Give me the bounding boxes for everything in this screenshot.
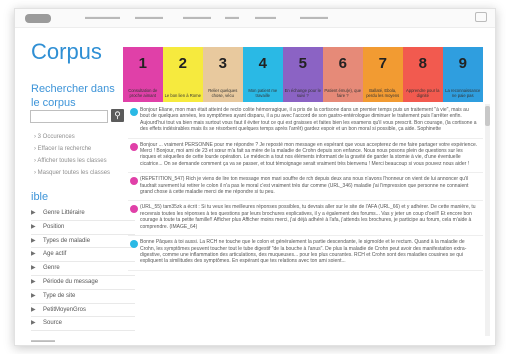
occurrences-link[interactable]: › 3 Occurences [34,131,134,143]
triangle-right-icon: ▶ [31,278,36,285]
filter-item[interactable]: ▶ Période du message [31,276,135,290]
nav-link[interactable]: ▬▬▬ [255,14,276,21]
page-title: Corpus [31,39,102,64]
window-icon[interactable] [475,12,487,22]
top-navigation: ▬▬▬▬▬ ▬▬▬▬ ▬▬▬▬ ▬▬ ▬▬▬ ▬▬▬▬ [15,9,495,28]
category-tile[interactable]: 8 Apprendre pour la dignité [403,47,443,102]
triangle-right-icon: ▶ [31,237,36,244]
message-item: Bonne Pâques à toi aussi. La RCH ne touc… [128,236,483,271]
filter-item[interactable]: ▶ PetitMoyenGros [31,304,135,318]
triangle-right-icon: ▶ [31,306,36,313]
category-tile[interactable]: 5 En échange pour le suivi ? [283,47,323,102]
nav-link[interactable]: ▬▬▬▬▬ [85,14,120,21]
triangle-right-icon: ▶ [31,223,36,230]
filters-heading: ible [31,191,49,203]
nav-link[interactable]: ▬▬▬▬ [135,14,163,21]
message-item: (URL_55) tam35zk a écrit : Si tu veux le… [128,201,483,237]
message-item: Bonjour ... vraiment PERSONNE pour me ré… [128,139,483,174]
filter-item[interactable]: ▶ Position [31,221,135,235]
filter-list: ▶ Genre Littéraire ▶ Position ▶ Types de ma… [31,207,135,332]
avatar-icon [130,142,138,151]
logo [25,14,51,23]
message-text: (URL_55) tam35zk a écrit : Si tu veux le… [140,204,476,230]
filter-item[interactable]: ▶ Age actif [31,248,135,263]
filter-item[interactable]: ▶ Genre Littéraire [31,207,135,221]
scrollbar[interactable] [485,104,490,336]
search-icon: ⚲ [114,110,121,120]
category-tile[interactable]: 7 Ballaté, Ebola, perdu les moyens [363,47,403,102]
triangle-right-icon: ▶ [31,210,36,216]
filter-item[interactable]: ▶ Genre [31,262,135,276]
triangle-right-icon: ▶ [31,292,36,299]
triangle-right-icon: ▶ [31,320,36,327]
nav-link[interactable]: ▬▬ [225,14,239,21]
triangle-right-icon: ▶ [31,265,36,272]
avatar-icon [130,240,138,249]
nav-link[interactable]: ▬▬▬▬ [183,14,211,21]
scrollbar-thumb[interactable] [485,106,490,126]
filter-item[interactable]: ▶ Source [31,317,135,332]
show-all-classes-link[interactable]: › Afficher toutes les classes [34,155,134,167]
message-text: Bonjour Eliane, mon man était atteint de… [140,107,477,133]
category-tile[interactable]: 6 Patient ému(e), que faire ? [323,47,363,102]
triangle-right-icon: ▶ [31,251,36,258]
message-list: Bonjour Eliane, mon man était atteint de… [128,104,483,339]
category-tile[interactable]: 9 La reconnaissance ne paie pas [443,47,483,102]
message-text: Bonjour ... vraiment PERSONNE pour me ré… [140,141,478,167]
hide-all-classes-link[interactable]: › Masquer toutes les classes [34,167,134,179]
window: ▬▬▬▬▬ ▬▬▬▬ ▬▬▬▬ ▬▬ ▬▬▬ ▬▬▬▬ Corpus Reche… [14,8,496,346]
search-heading: Rechercher dans le corpus [31,83,115,109]
filter-item[interactable]: ▶ Types de maladie [31,235,135,249]
avatar-icon [130,205,138,214]
message-item: Bonjour Eliane, mon man était atteint de… [128,104,483,139]
filter-item[interactable]: ▶ Type de site [31,290,135,304]
search-button[interactable]: ⚲ [111,109,124,122]
avatar-icon [130,108,138,116]
category-tile[interactable]: 2 Le bon lien à Rome [163,47,203,102]
message-text: (REPETITION_547) Rich je viens de lire t… [140,176,469,196]
search-actions: › 3 Occurences › Effacer la recherche › … [34,131,134,179]
category-tile[interactable]: 1 Consultation de proche aimant [123,47,163,102]
message-text: Bonne Pâques à toi aussi. La RCH ne touc… [140,239,467,265]
avatar-icon [130,177,138,186]
footer: ▬▬▬▬ [31,338,55,344]
category-tile[interactable]: 4 Mon patient me travaille [243,47,283,102]
message-item: (REPETITION_547) Rich je viens de lire t… [128,173,483,202]
search-input[interactable] [30,110,108,123]
nav-link[interactable]: ▬▬▬▬ [300,14,328,21]
category-tile[interactable]: 3 Relier quelques chose, vécu [203,47,243,102]
category-bar: 1 Consultation de proche aimant 2 Le bon l… [123,47,483,102]
clear-search-link[interactable]: › Effacer la recherche [34,143,134,155]
